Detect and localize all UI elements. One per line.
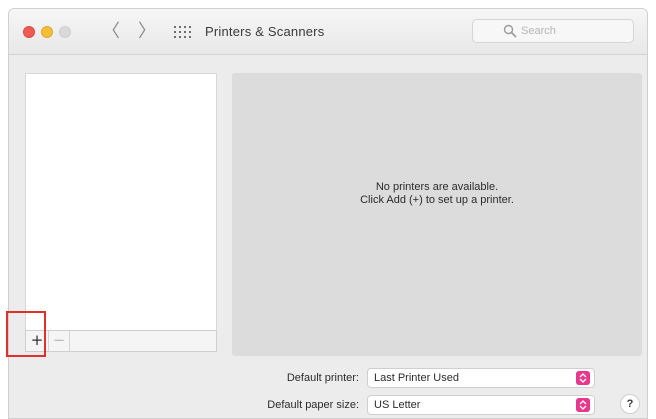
help-button[interactable]: ? <box>620 394 640 414</box>
empty-state-line-2: Click Add (+) to set up a printer. <box>360 194 514 206</box>
printer-list[interactable] <box>25 73 217 352</box>
close-window-button[interactable] <box>23 26 35 38</box>
forward-button[interactable]: 〉 <box>135 21 159 43</box>
empty-state-message: No printers are available. Click Add (+)… <box>232 181 642 207</box>
popup-arrows-icon <box>576 371 590 385</box>
default-paper-size-label: Default paper size: <box>267 399 359 411</box>
window-title: Printers & Scanners <box>205 24 325 39</box>
search-field[interactable] <box>472 19 634 43</box>
minimize-window-button[interactable] <box>41 26 53 38</box>
default-paper-size-value: US Letter <box>374 399 421 411</box>
search-icon <box>503 24 517 38</box>
default-printer-label: Default printer: <box>286 372 359 384</box>
title-bar: 〈 〉 Printers & Scanners <box>9 9 647 55</box>
empty-state-line-1: No printers are available. <box>375 181 499 193</box>
remove-printer-button[interactable]: − <box>48 331 70 351</box>
printer-detail-pane: No printers are available. Click Add (+)… <box>232 73 642 356</box>
default-printer-popup[interactable]: Last Printer Used <box>367 368 595 388</box>
back-button[interactable]: 〈 <box>99 21 123 43</box>
popup-arrows-icon <box>576 398 590 412</box>
printer-list-toolbar: + − <box>25 330 217 352</box>
show-all-grid-icon[interactable] <box>174 26 192 38</box>
add-button-highlight <box>6 311 46 357</box>
preferences-window: 〈 〉 Printers & Scanners + − No printers … <box>8 8 648 419</box>
default-paper-size-popup[interactable]: US Letter <box>367 395 595 415</box>
default-printer-value: Last Printer Used <box>374 372 459 384</box>
search-input[interactable] <box>521 22 621 40</box>
zoom-window-button[interactable] <box>59 26 71 38</box>
